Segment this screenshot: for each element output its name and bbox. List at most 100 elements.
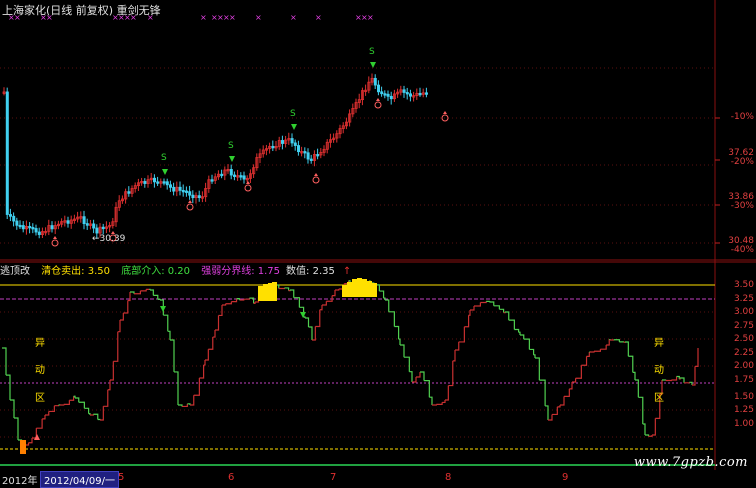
sell-marker: ×: [200, 13, 207, 22]
candle-body: [29, 226, 31, 228]
indicator-step: [600, 345, 606, 349]
indicator-axis-label: 1.75: [734, 375, 754, 385]
buy-marker: [313, 177, 319, 183]
indicator-step: [10, 400, 14, 418]
candle-body: [390, 96, 392, 98]
indicator-step: [455, 342, 459, 350]
candle-body: [425, 93, 427, 95]
indicator-value: 数值: 2.35: [286, 266, 335, 277]
indicator-axis-label: 1.50: [734, 392, 754, 402]
indicator-step: [75, 398, 79, 402]
indicator-series: [2, 278, 698, 454]
indicator-step: [49, 406, 55, 412]
indicator-step: [529, 349, 533, 354]
indicator-step: [45, 411, 49, 415]
candle-body: [22, 226, 24, 229]
month-label: 9: [562, 472, 568, 483]
candle-body: [93, 224, 95, 228]
month-label: 7: [330, 472, 336, 483]
candle-body: [144, 181, 146, 183]
indicator-step: [6, 375, 10, 400]
indicator-step: [469, 310, 470, 315]
candle-body: [233, 175, 235, 177]
indicator-step: [29, 438, 33, 443]
candle-body: [317, 154, 319, 156]
indicator-step: [320, 305, 322, 310]
indicator-step: [389, 312, 395, 327]
indicator-step: [149, 289, 150, 290]
indicator-step: [244, 298, 250, 299]
candle-body: [16, 221, 18, 225]
indicator-step: [204, 360, 205, 365]
indicator-step: [572, 378, 576, 382]
indicator-name[interactable]: 逃顶改: [0, 266, 30, 277]
indicator-axis-label: 3.50: [734, 280, 754, 290]
indicator-step: [205, 349, 208, 360]
candle-body: [384, 94, 386, 96]
buy-arrow-icon: [53, 236, 57, 239]
indicator-step: [134, 291, 140, 294]
candle-body: [185, 191, 187, 193]
indicator-step: [504, 312, 505, 313]
candle-body: [240, 176, 242, 178]
indicator-step: [470, 306, 474, 310]
indicator-step: [108, 380, 110, 390]
indicator-step: [42, 415, 45, 419]
price-axis-label: -10%: [731, 112, 754, 122]
candle-body: [406, 92, 408, 94]
indicator-step: [215, 315, 219, 330]
indicator-step: [432, 404, 436, 405]
indicator-step: [332, 290, 335, 296]
cursor-date[interactable]: 2012/04/09/一: [40, 471, 119, 488]
top-highlight-block: [367, 281, 372, 297]
indicator-step: [60, 404, 64, 405]
indicator-step: [474, 303, 480, 306]
buy-arrow-icon: [376, 98, 380, 101]
indicator-step: [524, 339, 530, 349]
indicator-axis-label: 1.00: [734, 419, 754, 429]
indicator-step: [448, 361, 452, 386]
price-axis-label: -40%: [731, 245, 754, 255]
price-axis-label: -30%: [731, 201, 754, 211]
indicator-step: [326, 296, 332, 302]
candle-body: [67, 221, 69, 224]
indicator-step: [436, 402, 442, 404]
top-highlight-block: [272, 282, 277, 301]
indicator-step: [404, 357, 409, 371]
candle-body: [169, 185, 171, 188]
indicator-step: [182, 404, 187, 407]
zone-label-right: 动: [654, 361, 664, 376]
indicator-axis-label: 1.25: [734, 405, 754, 415]
indicator-step: [379, 291, 383, 298]
signal-arrow-down-icon: [370, 62, 376, 68]
indicator-step: [284, 288, 288, 291]
bottom-highlight-block: [20, 440, 26, 454]
indicator-step: [118, 320, 120, 332]
indicator-step: [100, 406, 103, 420]
watermark: www.7gpzb.com: [634, 455, 748, 470]
indicator-step: [429, 397, 432, 405]
indicator-step: [534, 355, 535, 358]
buy-arrow-icon: [246, 181, 250, 184]
indicator-step: [695, 348, 698, 366]
top-highlight-block: [372, 283, 377, 297]
indicator-step: [442, 400, 445, 402]
buy-marker: [375, 102, 381, 108]
candle-body: [157, 182, 159, 184]
indicator-step: [150, 290, 153, 295]
buy-marker: [187, 204, 193, 210]
candle-body: [163, 182, 165, 184]
indicator-step: [464, 315, 468, 327]
sell-marker: ×: [367, 13, 374, 22]
sell-marker: ×: [229, 13, 236, 22]
zone-label-left: 动: [35, 361, 45, 376]
indicator-axis-label: 2.75: [734, 321, 754, 331]
indicator-step: [628, 356, 632, 372]
signal-letter: S: [369, 47, 375, 57]
candle-body: [387, 94, 389, 96]
year-label: 2012年: [2, 472, 37, 487]
candle-body: [128, 192, 130, 194]
candle-body: [96, 228, 98, 233]
indicator-arrow-down-icon: [160, 306, 166, 312]
indicator-step: [666, 380, 672, 381]
